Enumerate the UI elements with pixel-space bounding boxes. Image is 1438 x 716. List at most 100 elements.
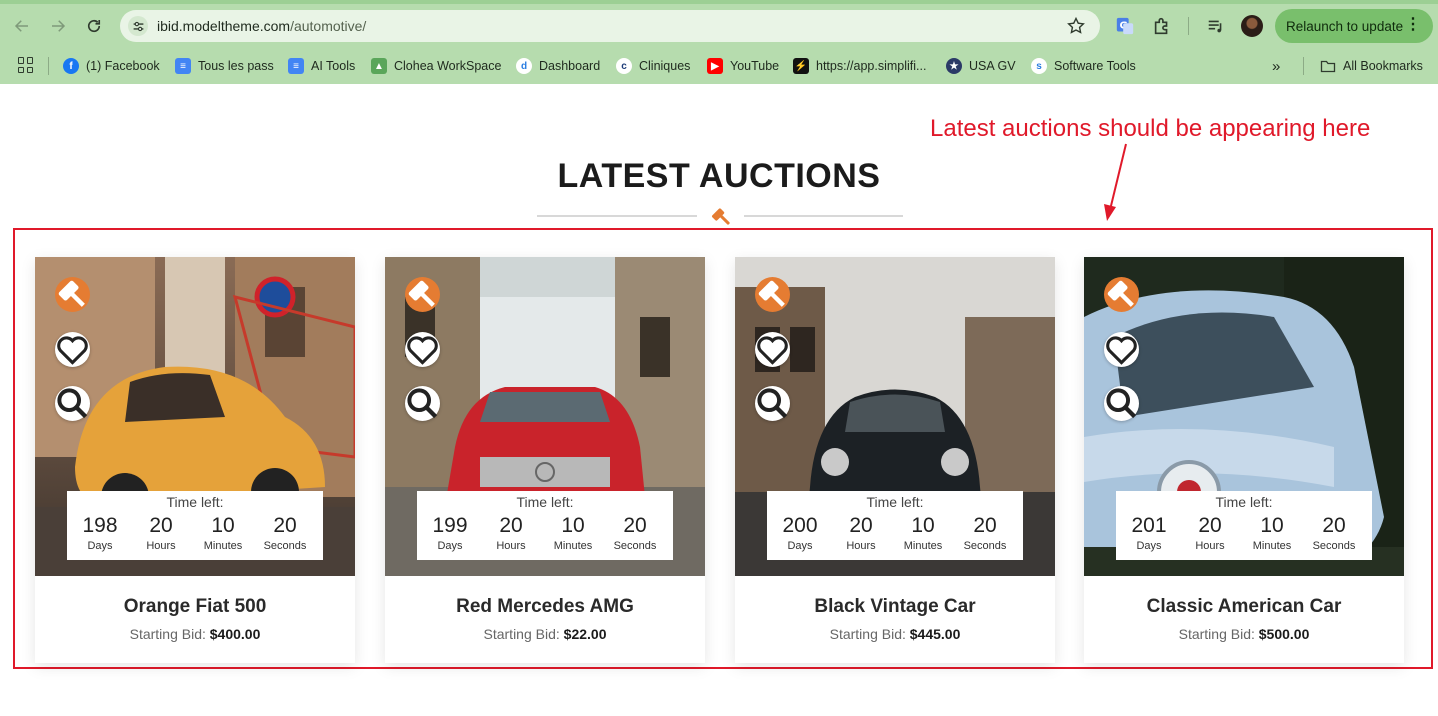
bookmark-label: Tous les pass: [198, 59, 274, 73]
timer-hours: 20 Hours: [130, 512, 192, 553]
bid-price: $400.00: [209, 626, 261, 642]
timer-hours: 20 Hours: [830, 512, 892, 553]
annotation-text: Latest auctions should be appearing here: [930, 115, 1371, 142]
auction-card[interactable]: Time left: 199 Days 20 Hours 10 Minutes 20 S…: [385, 257, 705, 663]
more-menu-icon[interactable]: ⋮: [1405, 17, 1421, 33]
timer-seconds: 20 Seconds: [1303, 512, 1365, 553]
starting-bid: Starting Bid: $445.00: [735, 626, 1055, 642]
hours-value: 20: [499, 514, 523, 537]
address-bar[interactable]: ibid.modeltheme.com/automotive/: [120, 10, 1100, 42]
minutes-value: 10: [1260, 514, 1284, 537]
bookmark-item[interactable]: c Cliniques: [616, 56, 690, 76]
days-value: 200: [782, 514, 818, 537]
search-zoom-icon[interactable]: [755, 386, 790, 421]
tab-strip: [0, 0, 1438, 4]
bookmarks-bar: f (1) Facebook ≡ Tous les pass ≡ AI Tool…: [0, 52, 1438, 80]
timer-label: Time left:: [866, 494, 924, 510]
back-button[interactable]: [10, 14, 34, 38]
hours-value: 20: [849, 514, 873, 537]
docs-icon: ≡: [288, 58, 304, 74]
auction-card[interactable]: Time left: 201 Days 20 Hours 10 Minutes 20 S…: [1084, 257, 1404, 663]
url-domain: ibid.modeltheme.com: [157, 18, 291, 34]
bookmark-item[interactable]: f (1) Facebook: [63, 56, 160, 76]
browser-chrome: ibid.modeltheme.com/automotive/ G Relaun…: [0, 0, 1438, 84]
starting-bid: Starting Bid: $22.00: [385, 626, 705, 642]
timer-minutes: 10 Minutes: [1241, 512, 1303, 553]
minutes-value: 10: [911, 514, 935, 537]
bookmarks-separator: [1303, 57, 1304, 75]
seconds-unit: Seconds: [963, 540, 1007, 552]
seconds-unit: Seconds: [613, 540, 657, 552]
facebook-icon: f: [63, 58, 79, 74]
cliniques-icon: c: [616, 58, 632, 74]
auction-title[interactable]: Classic American Car: [1084, 596, 1404, 618]
bookmark-item[interactable]: ≡ Tous les pass: [175, 56, 274, 76]
media-control-icon[interactable]: [1205, 15, 1227, 37]
all-bookmarks-button[interactable]: All Bookmarks: [1320, 56, 1423, 76]
bookmark-item[interactable]: d Dashboard: [516, 56, 600, 76]
bookmark-item[interactable]: s Software Tools: [1031, 56, 1136, 76]
minutes-unit: Minutes: [553, 540, 593, 552]
auction-card[interactable]: Time left: 198 Days 20 Hours 10 Minutes 20 S…: [35, 257, 355, 663]
bookmark-item[interactable]: ≡ AI Tools: [288, 56, 355, 76]
auction-image[interactable]: Time left: 199 Days 20 Hours 10 Minutes 20 S…: [385, 257, 705, 576]
section-heading: LATEST AUCTIONS: [557, 157, 881, 195]
timer-seconds: 20 Seconds: [954, 512, 1016, 553]
simplifi-icon: ⚡: [793, 58, 809, 74]
timer-minutes: 10 Minutes: [542, 512, 604, 553]
auction-title[interactable]: Black Vintage Car: [735, 596, 1055, 618]
timer-hours: 20 Hours: [1179, 512, 1241, 553]
bookmark-label: (1) Facebook: [86, 59, 160, 73]
heading-divider: [537, 215, 697, 217]
auction-image[interactable]: Time left: 200 Days 20 Hours 10 Minutes 20 S…: [735, 257, 1055, 576]
docs-icon: ≡: [175, 58, 191, 74]
timer-label: Time left:: [1215, 494, 1273, 510]
extensions-puzzle-icon[interactable]: [1151, 15, 1173, 37]
minutes-value: 10: [211, 514, 235, 537]
apps-grid-icon[interactable]: [18, 57, 34, 73]
forward-button[interactable]: [46, 14, 70, 38]
auction-title[interactable]: Red Mercedes AMG: [385, 596, 705, 618]
software-tools-icon: s: [1031, 58, 1047, 74]
auction-image[interactable]: Time left: 198 Days 20 Hours 10 Minutes 20 S…: [35, 257, 355, 576]
profile-avatar[interactable]: [1241, 15, 1263, 37]
days-unit: Days: [787, 540, 813, 552]
countdown-timer: Time left: 201 Days 20 Hours 10 Minutes 20 S…: [1116, 491, 1372, 560]
hours-unit: Hours: [146, 540, 176, 552]
relaunch-button[interactable]: Relaunch to update ⋮: [1275, 9, 1433, 43]
search-zoom-icon[interactable]: [1104, 386, 1139, 421]
auction-card[interactable]: Time left: 200 Days 20 Hours 10 Minutes 20 S…: [735, 257, 1055, 663]
countdown-timer: Time left: 200 Days 20 Hours 10 Minutes 20 S…: [767, 491, 1023, 560]
more-bookmarks-chevron-icon[interactable]: »: [1272, 56, 1280, 76]
days-unit: Days: [1136, 540, 1162, 552]
auction-image[interactable]: Time left: 201 Days 20 Hours 10 Minutes 20 S…: [1084, 257, 1404, 576]
starting-bid: Starting Bid: $400.00: [35, 626, 355, 642]
search-zoom-icon[interactable]: [405, 386, 440, 421]
site-settings-icon[interactable]: [128, 16, 148, 36]
auction-title[interactable]: Orange Fiat 500: [35, 596, 355, 618]
bookmark-label: Dashboard: [539, 59, 601, 73]
timer-label: Time left:: [516, 494, 574, 510]
bookmark-item[interactable]: ⚡ https://app.simplifi...: [793, 56, 926, 76]
days-value: 199: [432, 514, 468, 537]
hours-unit: Hours: [1195, 540, 1225, 552]
days-value: 198: [82, 514, 118, 537]
timer-days: 200 Days: [769, 512, 831, 553]
bookmark-star-icon[interactable]: [1066, 16, 1086, 36]
bookmark-item[interactable]: ★ USA GV: [946, 56, 1016, 76]
bookmark-item[interactable]: ▶ YouTube: [707, 56, 779, 76]
timer-days: 201 Days: [1118, 512, 1180, 553]
bookmark-label: Cliniques: [639, 59, 691, 73]
reload-button[interactable]: [82, 14, 106, 38]
page-content: Latest auctions should be appearing here…: [0, 84, 1438, 716]
timer-seconds: 20 Seconds: [254, 512, 316, 553]
translate-extension-icon[interactable]: G: [1114, 15, 1136, 37]
seconds-value: 20: [973, 514, 997, 537]
bookmarks-separator: [48, 57, 49, 75]
seconds-value: 20: [273, 514, 297, 537]
bookmark-label: https://app.simplifi...: [816, 59, 927, 73]
bid-label: Starting Bid:: [483, 626, 560, 642]
seconds-value: 20: [1322, 514, 1346, 537]
search-zoom-icon[interactable]: [55, 386, 90, 421]
bookmark-item[interactable]: ▲ Clohea WorkSpace: [371, 56, 501, 76]
